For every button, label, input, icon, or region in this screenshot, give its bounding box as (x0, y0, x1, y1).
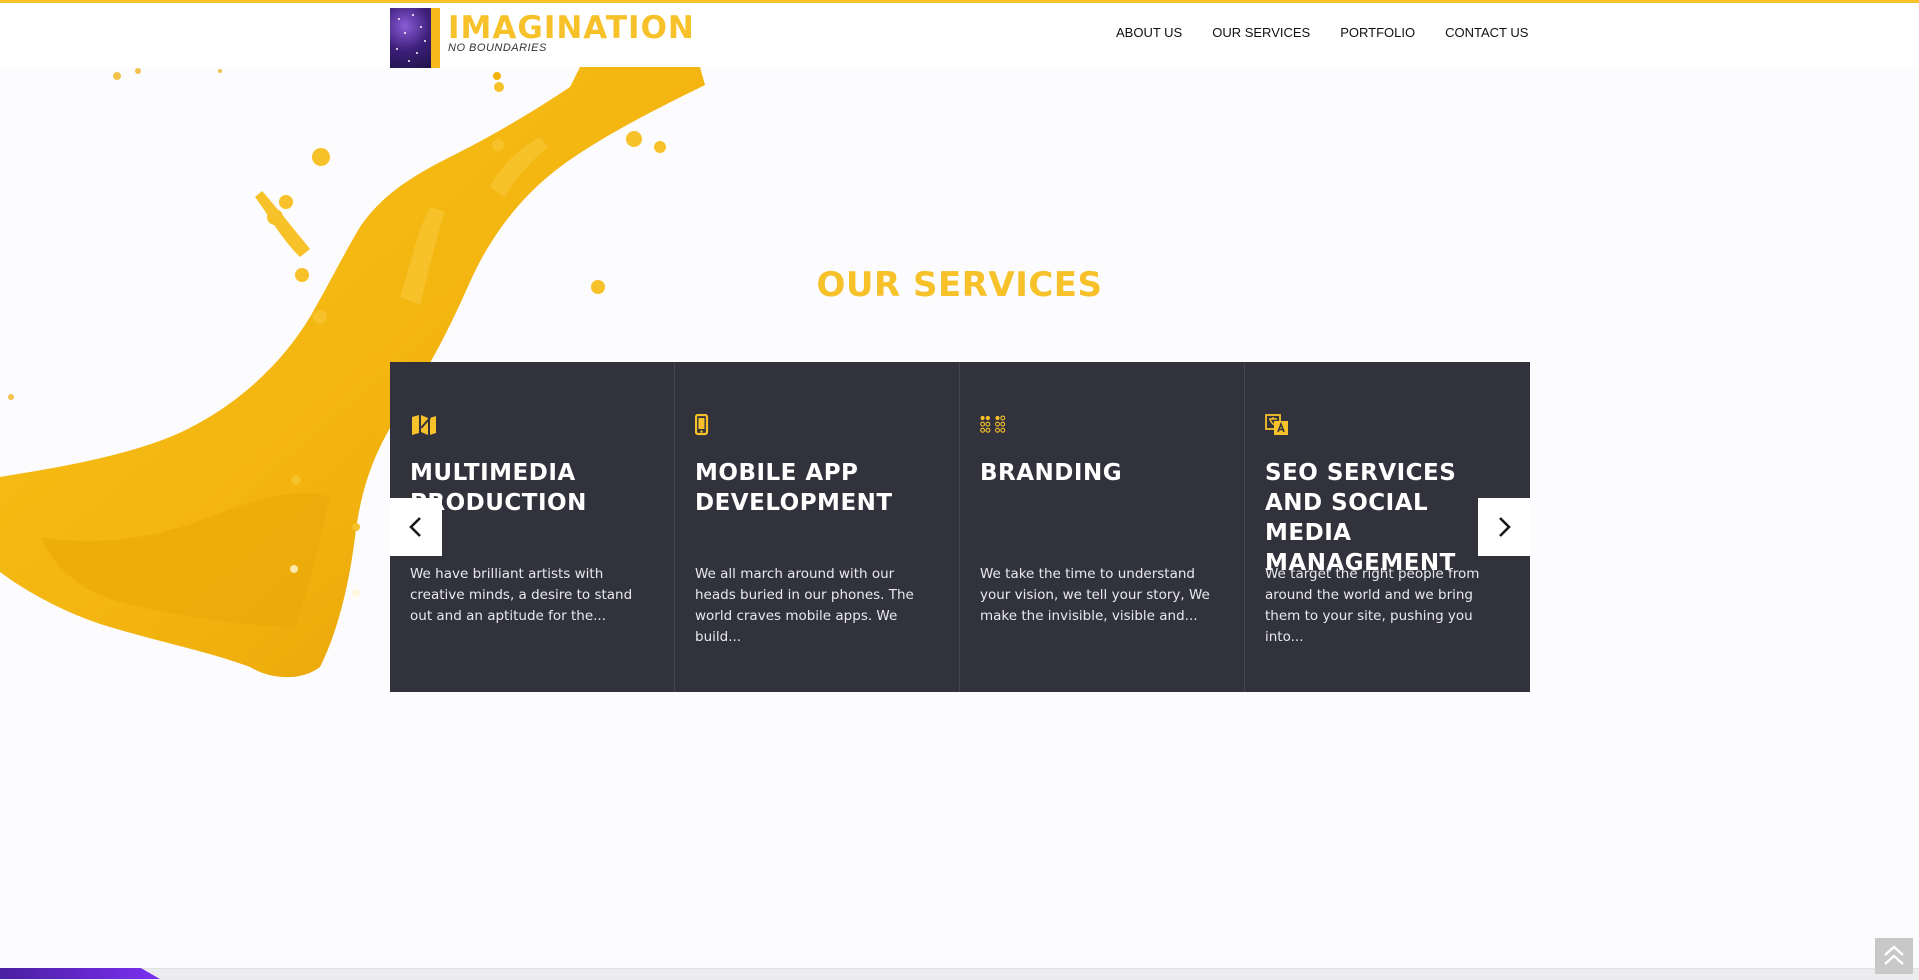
service-title: SEO SERVICES AND SOCIAL MEDIA MANAGEMENT (1265, 460, 1457, 576)
service-description: We have brilliant artists with creative … (410, 566, 633, 624)
main-nav: ABOUT US OUR SERVICES PORTFOLIO CONTACT … (1116, 25, 1558, 40)
service-description: We target the right people from around t… (1265, 566, 1480, 645)
braille-dots-icon (980, 415, 1006, 433)
service-card-mobile-app[interactable]: MOBILE APP DEVELOPMENT We all march arou… (675, 362, 960, 692)
galaxy-logo-icon (390, 8, 440, 68)
nav-contact-us[interactable]: CONTACT US (1445, 25, 1528, 40)
service-description: We take the time to understand your visi… (980, 566, 1210, 624)
service-title: MULTIMEDIA PRODUCTION (410, 460, 587, 516)
scroll-to-top-button[interactable] (1875, 938, 1913, 974)
nav-portfolio[interactable]: PORTFOLIO (1340, 25, 1415, 40)
logo-text: IMAGINATION NO BOUNDARIES (448, 12, 695, 54)
chevron-right-icon (1499, 517, 1511, 537)
translate-icon (1265, 414, 1288, 435)
site-logo[interactable]: IMAGINATION NO BOUNDARIES (390, 8, 695, 70)
services-carousel: MULTIMEDIA PRODUCTION We have brilliant … (390, 362, 1530, 692)
nav-about-us[interactable]: ABOUT US (1116, 25, 1182, 40)
nav-our-services[interactable]: OUR SERVICES (1212, 25, 1310, 40)
mobile-phone-icon (695, 414, 709, 436)
carousel-next-button[interactable] (1478, 498, 1530, 556)
service-card-branding[interactable]: BRANDING We take the time to understand … (960, 362, 1245, 692)
double-chevron-up-icon (1884, 945, 1904, 965)
carousel-prev-button[interactable] (390, 498, 442, 556)
chevron-left-icon (409, 517, 421, 537)
footer-strip (0, 968, 1919, 980)
site-header: IMAGINATION NO BOUNDARIES ABOUT US OUR S… (0, 3, 1919, 70)
services-heading: OUR SERVICES (816, 265, 1103, 305)
footer-accent (0, 968, 160, 979)
map-icon (412, 415, 436, 435)
service-title: BRANDING (980, 460, 1123, 486)
service-title: MOBILE APP DEVELOPMENT (695, 460, 893, 516)
service-description: We all march around with our heads burie… (695, 566, 914, 645)
brand-title: IMAGINATION (448, 10, 695, 46)
